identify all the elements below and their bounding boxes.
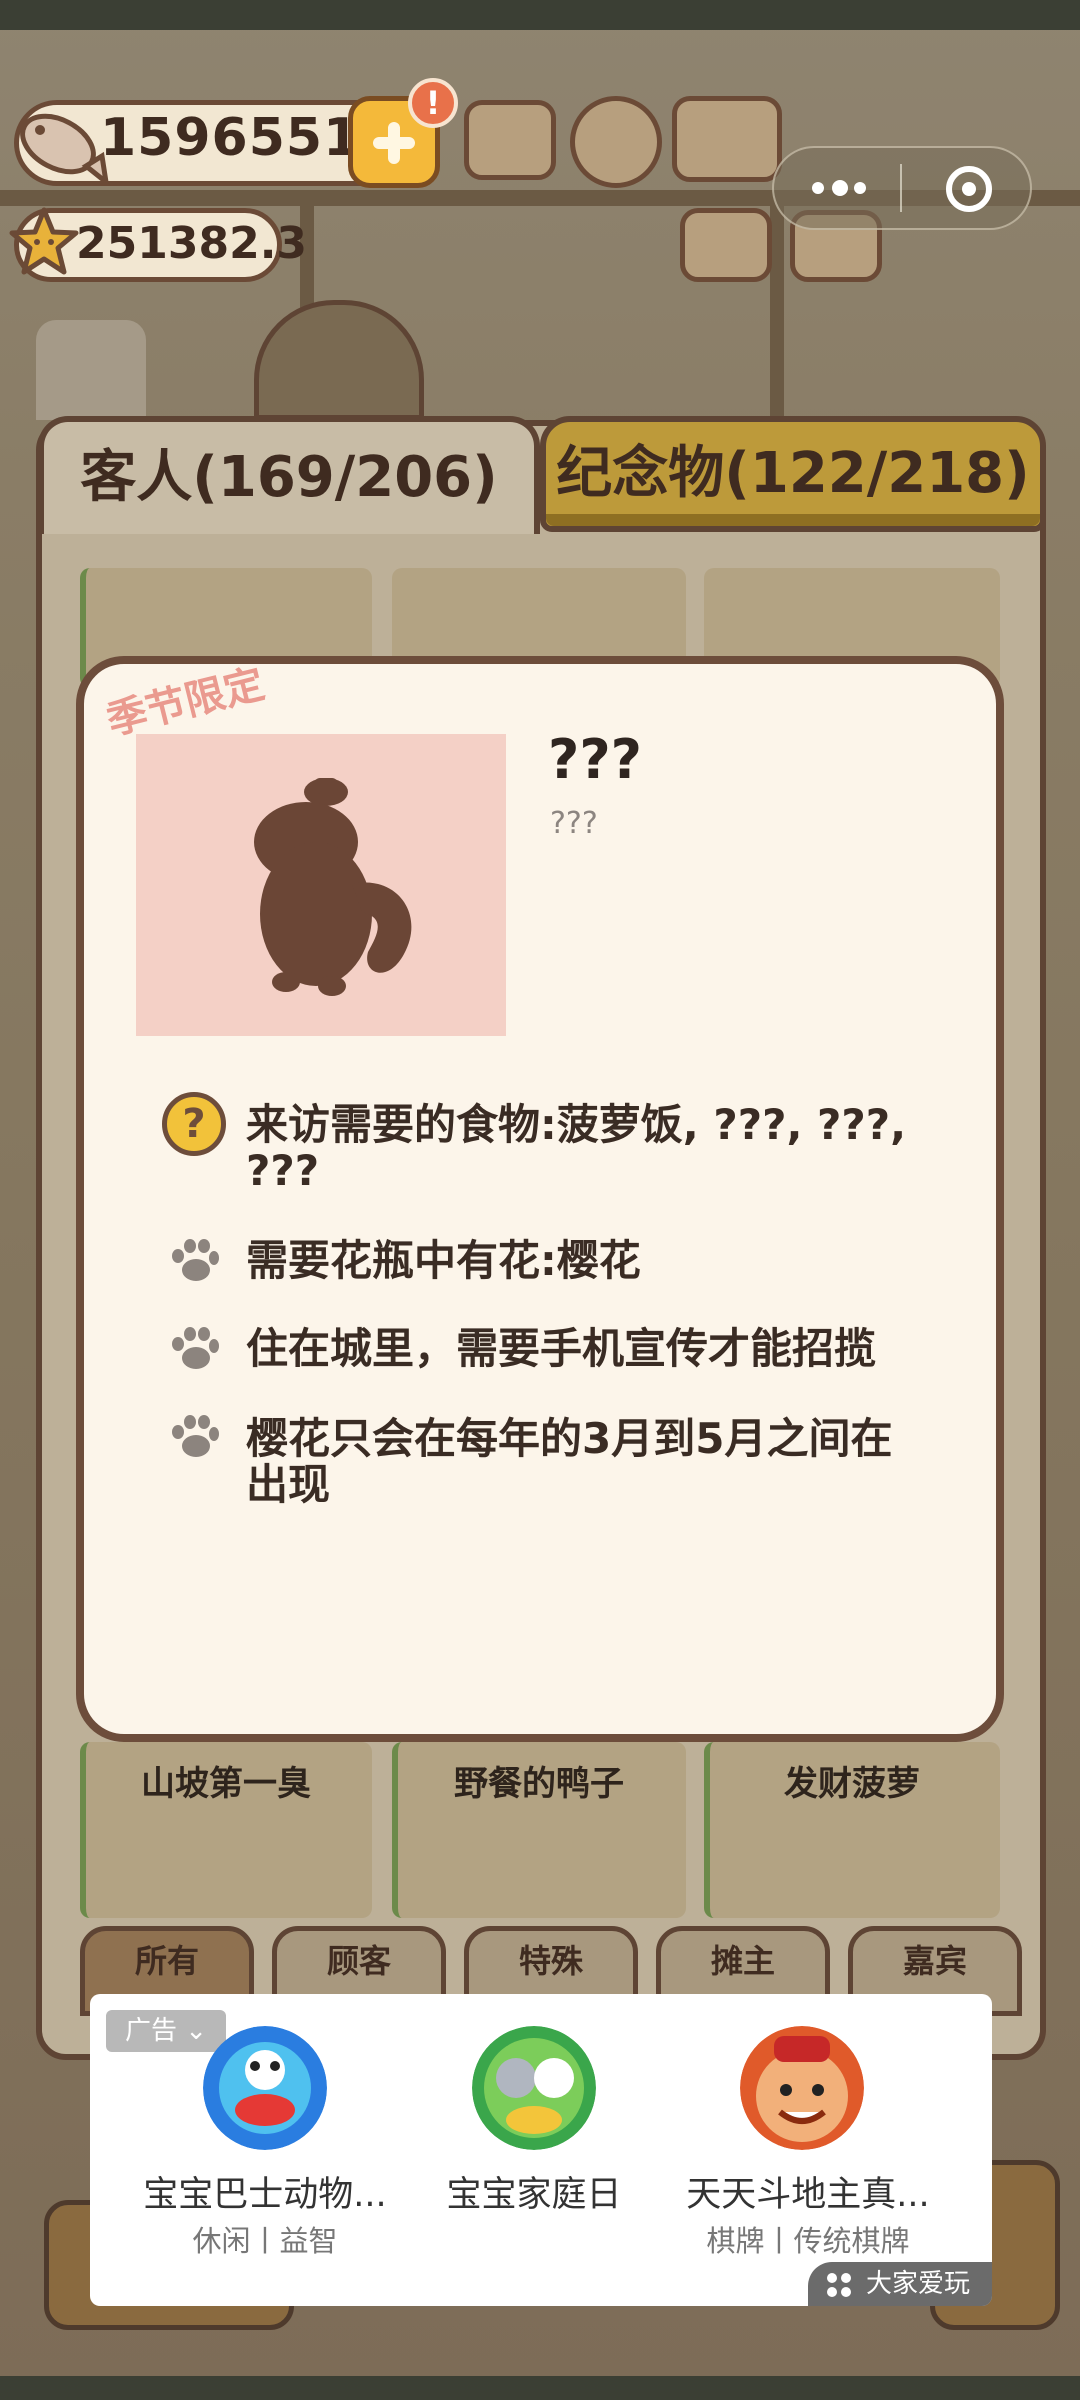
ad-app-icon[interactable] <box>203 2026 327 2150</box>
tab-guests[interactable]: 客人(169/206) <box>38 416 540 534</box>
chevron-down-icon: ⌄ <box>185 2016 208 2046</box>
requirement-food: 来访需要的食物:菠萝饭, ???, ???, <box>246 1100 907 1149</box>
gear-icon[interactable] <box>570 96 662 188</box>
more-menu-icon-right[interactable] <box>854 182 866 194</box>
capsule-divider <box>900 164 902 212</box>
grid-icon <box>827 2273 851 2297</box>
more-menu-icon[interactable] <box>812 182 824 194</box>
bottom-strip <box>0 2376 1080 2400</box>
guest-name: ??? <box>548 728 642 791</box>
requirement-flower: 需要花瓶中有花:樱花 <box>246 1236 641 1285</box>
guest-card-name: 野餐的鸭子 <box>454 1764 624 1804</box>
close-miniprogram-icon[interactable] <box>946 166 992 212</box>
paw-book-icon[interactable] <box>672 96 782 182</box>
paw-icon <box>172 1239 219 1281</box>
ad-app-icon[interactable] <box>740 2026 864 2150</box>
requirement-season-cont: 出现 <box>246 1460 331 1509</box>
guest-subtitle: ??? <box>550 806 598 841</box>
miniprogram-capsule <box>772 146 1032 230</box>
question-icon: ? <box>162 1092 226 1156</box>
star-icon <box>9 207 79 275</box>
requirement-city: 住在城里，需要手机宣传才能招揽 <box>246 1324 877 1373</box>
paw-icon <box>172 1327 219 1369</box>
requirement-food-cont: ??? <box>246 1146 320 1195</box>
ad-app-title[interactable]: 宝宝家庭日 <box>394 2166 674 2217</box>
requirement-season: 樱花只会在每年的3月到5月之间在 <box>246 1414 893 1463</box>
status-strip <box>0 0 1080 30</box>
ad-app-category: 棋牌丨传统棋牌 <box>706 2224 910 2258</box>
ad-app-icon[interactable] <box>472 2026 596 2150</box>
ad-tag[interactable]: 广告 ⌄ <box>106 2010 226 2052</box>
guest-card-name: 山坡第一臭 <box>141 1764 311 1804</box>
guest-silhouette <box>254 778 412 996</box>
star-amount: 251382.3 <box>76 218 308 269</box>
more-menu-icon-center[interactable] <box>832 180 848 196</box>
paw-icon <box>172 1415 219 1457</box>
guest-card-name: 发财菠萝 <box>784 1764 920 1804</box>
small-house <box>36 320 146 420</box>
newspaper-icon[interactable] <box>680 208 772 282</box>
fish-icon <box>20 113 109 184</box>
tab-souvenirs[interactable]: 纪念物(122/218) <box>540 416 1046 532</box>
ad-app-title[interactable]: 天天斗地主真... <box>668 2166 948 2217</box>
ad-tag-label: 广告 <box>124 2016 177 2046</box>
ranking-icon[interactable] <box>464 100 556 180</box>
alert-badge: ! <box>408 78 458 128</box>
ad-app-title[interactable]: 宝宝巴士动物... <box>125 2166 405 2217</box>
ad-app-category: 休闲丨益智 <box>192 2224 338 2258</box>
wooden-post <box>770 200 784 420</box>
